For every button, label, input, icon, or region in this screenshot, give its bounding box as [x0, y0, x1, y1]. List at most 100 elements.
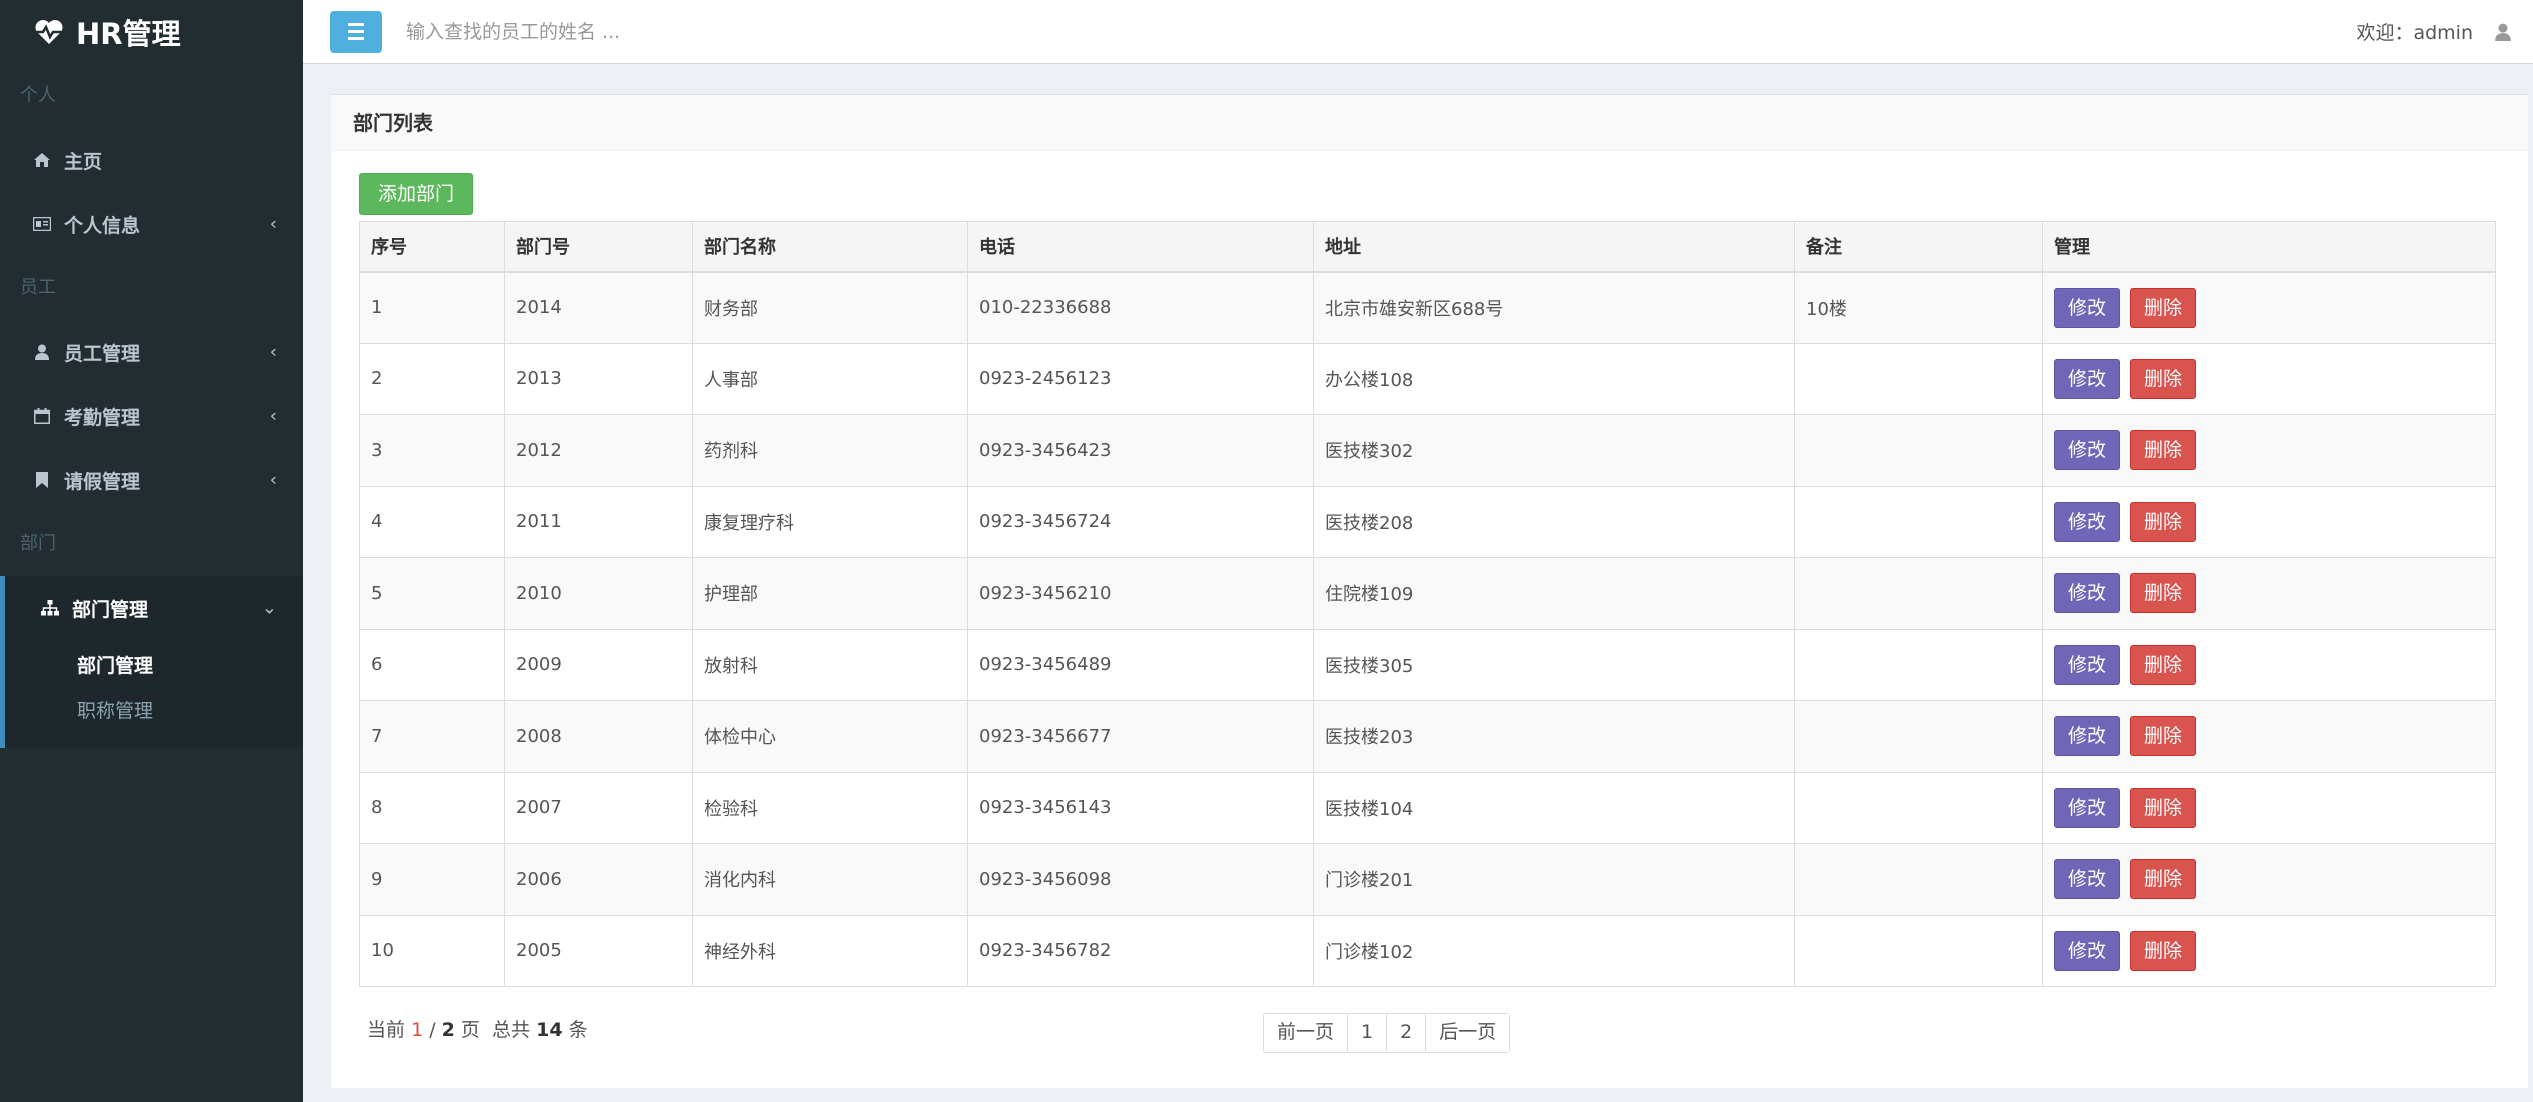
employee-search-input[interactable] [406, 11, 1106, 52]
cell-remark [1794, 771, 2043, 844]
cell-phone: 0923-3456782 [967, 914, 1314, 987]
edit-button[interactable]: 修改 [2054, 644, 2121, 685]
sidebar-item-profile[interactable]: 个人信息 ‹ [0, 192, 303, 256]
edit-button[interactable]: 修改 [2054, 930, 2121, 971]
column-header[interactable]: 电话 [967, 221, 1314, 273]
edit-button[interactable]: 修改 [2054, 573, 2121, 614]
id-card-icon [32, 214, 52, 234]
column-header[interactable]: 地址 [1313, 221, 1795, 273]
table-row: 10 2005 神经外科 0923-3456782 门诊楼102 修改 删除 [359, 914, 2496, 987]
cell-department-name: 康复理疗科 [692, 485, 968, 558]
sidebar-item-label: 部门管理 [72, 598, 149, 621]
edit-button[interactable]: 修改 [2054, 859, 2121, 900]
cell-department-id: 2008 [504, 700, 693, 773]
page-word: 页 [460, 1019, 480, 1041]
calendar-icon [32, 406, 52, 426]
delete-button[interactable]: 删除 [2130, 859, 2197, 900]
sidebar-item-attendance[interactable]: 考勤管理 ‹ [0, 384, 303, 448]
bookmark-icon [32, 470, 52, 490]
column-header[interactable]: 部门名称 [692, 221, 968, 273]
cell-department-name: 财务部 [692, 271, 968, 344]
cell-remark [1794, 414, 2043, 487]
department-submenu: 部门管理 职称管理 [0, 640, 303, 748]
edit-button[interactable]: 修改 [2054, 787, 2121, 828]
cell-department-name: 放射科 [692, 628, 968, 701]
delete-button[interactable]: 删除 [2130, 501, 2197, 542]
current-page: 1 [411, 1019, 424, 1041]
cell-row-index: 6 [359, 628, 505, 701]
submenu-item-department-management[interactable]: 部门管理 [5, 644, 303, 689]
delete-button[interactable]: 删除 [2130, 787, 2197, 828]
cell-actions: 修改 删除 [2042, 342, 2496, 415]
add-department-button[interactable]: 添加部门 [359, 173, 474, 215]
user-icon [32, 342, 52, 362]
cell-actions: 修改 删除 [2042, 843, 2496, 916]
delete-button[interactable]: 删除 [2130, 716, 2197, 757]
cell-phone: 0923-3456677 [967, 700, 1314, 773]
cell-address: 门诊楼102 [1313, 914, 1795, 987]
edit-button[interactable]: 修改 [2054, 716, 2121, 757]
table-row: 9 2006 消化内科 0923-3456098 门诊楼201 修改 删除 [359, 843, 2496, 916]
total-pages: 2 [441, 1019, 455, 1041]
delete-button[interactable]: 删除 [2130, 430, 2197, 471]
page-1-button[interactable]: 1 [1348, 1014, 1388, 1052]
cell-row-index: 1 [359, 271, 505, 344]
cell-actions: 修改 删除 [2042, 557, 2496, 630]
section-header-department: 部门 [20, 533, 56, 554]
cell-phone: 0923-3456143 [967, 771, 1314, 844]
cell-department-id: 2007 [504, 771, 693, 844]
app-logo[interactable]: HR管理 [0, 0, 303, 64]
table-row: 4 2011 康复理疗科 0923-3456724 医技楼208 修改 删除 [359, 485, 2496, 558]
edit-button[interactable]: 修改 [2054, 430, 2121, 471]
edit-button[interactable]: 修改 [2054, 501, 2121, 542]
sidebar-item-employee-management[interactable]: 员工管理 ‹ [0, 320, 303, 384]
cell-department-name: 药剂科 [692, 414, 968, 487]
sidebar-item-home[interactable]: 主页 [0, 128, 303, 192]
section-header-employee: 员工 [20, 277, 56, 298]
department-list-box: 部门列表 添加部门 序号 部门号 部门名称 电话 地址 备注 管理 1 2014 财… [331, 94, 2528, 1088]
sidebar-item-label: 员工管理 [64, 342, 141, 365]
sidebar-item-label: 考勤管理 [64, 406, 141, 429]
cell-department-name: 检验科 [692, 771, 968, 844]
cell-department-id: 2011 [504, 485, 693, 558]
sidebar-item-department-management[interactable]: 部门管理 ⌄ [0, 576, 303, 640]
sitemap-icon [40, 598, 60, 618]
delete-button[interactable]: 删除 [2130, 358, 2197, 399]
submenu-item-title-management[interactable]: 职称管理 [5, 689, 303, 734]
sidebar-item-leave[interactable]: 请假管理 ‹ [0, 448, 303, 512]
delete-button[interactable]: 删除 [2130, 930, 2197, 971]
delete-button[interactable]: 删除 [2130, 644, 2197, 685]
column-header[interactable]: 管理 [2042, 221, 2496, 273]
user-account-icon[interactable] [2495, 23, 2511, 41]
cell-actions: 修改 删除 [2042, 700, 2496, 773]
app-title: HR管理 [76, 17, 181, 51]
table-row: 6 2009 放射科 0923-3456489 医技楼305 修改 删除 [359, 628, 2496, 701]
pagination-separator: / [423, 1019, 442, 1041]
table-row: 8 2007 检验科 0923-3456143 医技楼104 修改 删除 [359, 771, 2496, 844]
prev-page-button[interactable]: 前一页 [1264, 1014, 1349, 1052]
cell-department-name: 护理部 [692, 557, 968, 630]
cell-department-name: 消化内科 [692, 843, 968, 916]
next-page-button[interactable]: 后一页 [1426, 1014, 1510, 1052]
cell-department-id: 2009 [504, 628, 693, 701]
delete-button[interactable]: 删除 [2130, 573, 2197, 614]
pagination-info: 当前 1 / 2 页 总共 14 条 [367, 1015, 588, 1042]
cell-address: 住院楼109 [1313, 557, 1795, 630]
cell-department-id: 2013 [504, 342, 693, 415]
sidebar-toggle-button[interactable] [330, 10, 382, 53]
page-2-button[interactable]: 2 [1387, 1014, 1427, 1052]
cell-address: 门诊楼201 [1313, 843, 1795, 916]
heartbeat-icon [35, 20, 63, 44]
delete-button[interactable]: 删除 [2130, 287, 2197, 328]
cell-address: 医技楼104 [1313, 771, 1795, 844]
cell-row-index: 8 [359, 771, 505, 844]
edit-button[interactable]: 修改 [2054, 358, 2121, 399]
column-header[interactable]: 部门号 [504, 221, 693, 273]
column-header[interactable]: 序号 [359, 221, 505, 273]
cell-address: 办公楼108 [1313, 342, 1795, 415]
total-prefix: 总共 [492, 1019, 531, 1041]
edit-button[interactable]: 修改 [2054, 287, 2121, 328]
cell-address: 医技楼208 [1313, 485, 1795, 558]
sidebar-item-label: 请假管理 [64, 470, 141, 493]
column-header[interactable]: 备注 [1794, 221, 2043, 273]
